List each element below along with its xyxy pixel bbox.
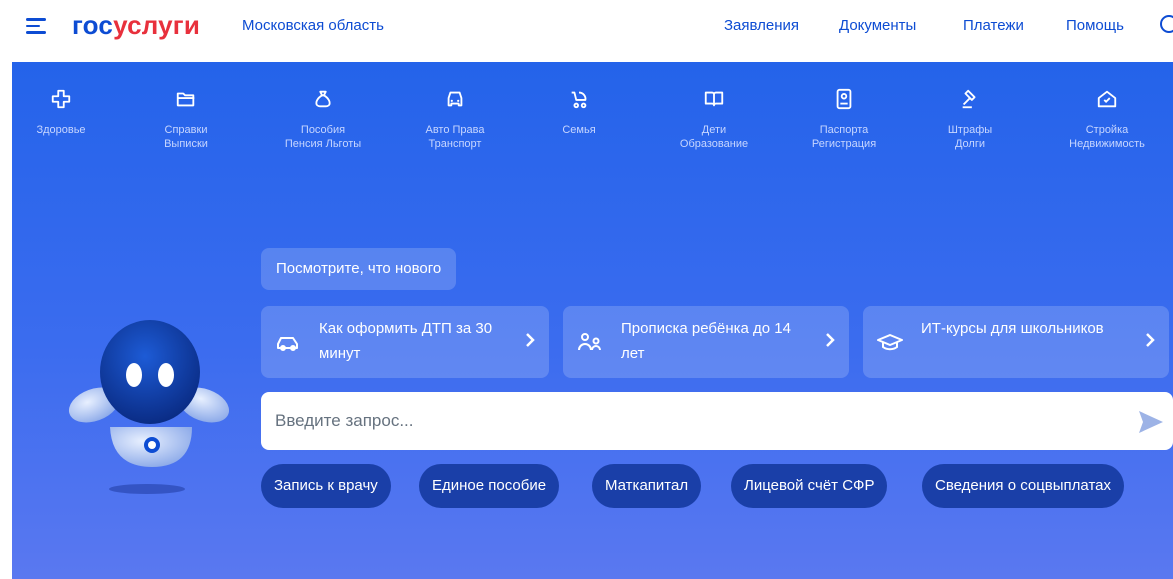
category-label: Дети Образование (679, 124, 749, 150)
category-label: Паспорта Регистрация (811, 124, 877, 150)
nav-payments[interactable]: Платежи (963, 17, 1024, 34)
top-header: госуслуги Московская область Заявления Д… (0, 0, 1173, 56)
chevron-right-icon (826, 333, 835, 347)
passport-icon (836, 88, 852, 110)
hero-section: Здоровье Справки Выписки Пособия Пенсия … (12, 62, 1173, 579)
graduation-cap-icon (877, 334, 903, 351)
house-icon (1097, 90, 1117, 108)
robot-mascot-image (68, 320, 230, 494)
health-cross-icon (51, 89, 71, 109)
category-passports[interactable]: Паспорта Регистрация (789, 88, 899, 151)
logo-part-uslugi: услуги (113, 10, 201, 40)
stroller-icon (571, 91, 587, 109)
category-auto[interactable]: Авто Права Транспорт (400, 88, 510, 151)
card-text: Прописка ребёнка до 14 лет (621, 320, 791, 362)
book-icon (704, 91, 724, 107)
card-text: Как оформить ДТП за 30 минут (319, 320, 493, 362)
car-icon (277, 337, 298, 351)
nav-help[interactable]: Помощь (1066, 17, 1124, 34)
category-fines[interactable]: Штрафы Долги (915, 88, 1025, 151)
category-certificates[interactable]: Справки Выписки (131, 88, 241, 151)
chip-social-payments[interactable]: Сведения о соцвыплатах (922, 464, 1124, 508)
category-construction[interactable]: Стройка Недвижимость (1052, 88, 1162, 151)
category-label: Пособия Пенсия Льготы (284, 124, 362, 150)
card-child-registration[interactable]: Прописка ребёнка до 14 лет (563, 306, 849, 378)
card-text: ИТ-курсы для школьников (921, 320, 1104, 337)
chevron-right-icon (1146, 333, 1155, 347)
category-label: Семья (562, 124, 596, 136)
gosuslugi-logo[interactable]: госуслуги (72, 10, 200, 41)
category-benefits[interactable]: Пособия Пенсия Льготы (268, 88, 378, 151)
chip-doctor-appointment[interactable]: Запись к врачу (261, 464, 391, 508)
logo-part-gos: гос (72, 10, 114, 40)
category-health[interactable]: Здоровье (6, 88, 116, 137)
gavel-icon (962, 89, 976, 109)
car-icon (447, 91, 463, 107)
region-selector[interactable]: Московская область (242, 17, 384, 34)
chip-unified-benefit[interactable]: Единое пособие (419, 464, 560, 508)
category-label: Справки Выписки (164, 124, 208, 150)
whats-new-button[interactable]: Посмотрите, что нового (261, 248, 457, 290)
search-icon[interactable] (1160, 15, 1173, 33)
category-label: Стройка Недвижимость (1069, 124, 1145, 150)
category-label: Авто Права Транспорт (425, 124, 485, 150)
category-family[interactable]: Семья (524, 88, 634, 137)
card-it-courses[interactable]: ИТ-курсы для школьников (863, 306, 1169, 378)
search-input[interactable] (275, 392, 1115, 450)
category-label: Здоровье (36, 124, 86, 136)
chip-maternity-capital[interactable]: Маткапитал (592, 464, 702, 508)
category-label: Штрафы Долги (947, 124, 993, 150)
people-icon (578, 333, 601, 351)
search-bar (261, 392, 1173, 450)
send-arrow-icon[interactable] (1137, 409, 1165, 435)
card-accident[interactable]: Как оформить ДТП за 30 минут (261, 306, 549, 378)
folder-icon (176, 92, 195, 107)
money-bag-icon (315, 90, 331, 108)
chip-sfr-account[interactable]: Лицевой счёт СФР (731, 464, 888, 508)
menu-icon[interactable] (26, 18, 46, 34)
category-education[interactable]: Дети Образование (659, 88, 769, 151)
category-bar: Здоровье Справки Выписки Пособия Пенсия … (12, 88, 1173, 188)
nav-documents[interactable]: Документы (839, 17, 916, 34)
nav-applications[interactable]: Заявления (724, 17, 799, 34)
chevron-right-icon (526, 333, 535, 347)
